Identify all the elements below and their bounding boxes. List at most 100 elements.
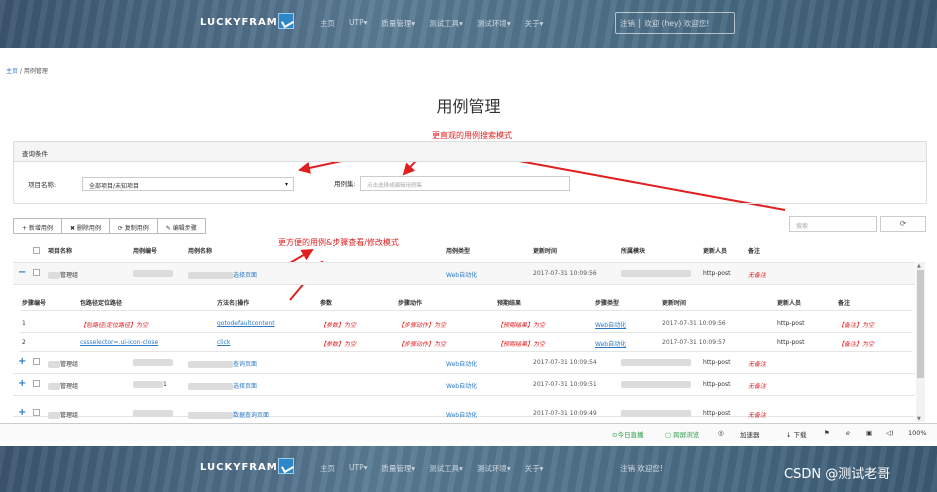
browse-link[interactable]: ▢ 跨屏浏览 xyxy=(665,429,699,439)
expand-icon[interactable]: + xyxy=(18,356,26,367)
step-param[interactable]: 【参数】为空 xyxy=(320,320,356,329)
collapse-icon[interactable]: − xyxy=(18,267,26,278)
query-panel: 查询条件 xyxy=(13,141,927,204)
step-expect[interactable]: 【预期结果】为空 xyxy=(497,339,545,348)
step-remark[interactable]: 【备注】为空 xyxy=(838,320,874,329)
row-update-time: 2017-07-31 10:09:49 xyxy=(533,410,597,417)
row-project: 管理组 xyxy=(48,381,78,390)
row-case-type[interactable]: Web自动化 xyxy=(446,381,477,390)
expand-icon[interactable]: + xyxy=(18,378,26,389)
step-param[interactable]: 【参数】为空 xyxy=(320,339,356,348)
col-update-time[interactable]: 更新时间 xyxy=(533,246,557,255)
row-update-time: 2017-07-31 10:09:56 xyxy=(533,270,597,277)
row-checkbox[interactable] xyxy=(33,358,40,365)
bottom-nav-item[interactable]: 关于▾ xyxy=(525,463,544,474)
row-case-no xyxy=(133,410,173,417)
table-row[interactable]: + 管理组 1 选择页面 Web自动化 2017-07-31 10:09:51 … xyxy=(13,374,915,396)
row-case-name[interactable]: 查询页面 xyxy=(188,359,257,368)
step-col-remark: 备注 xyxy=(838,300,851,307)
table-scrollbar-thumb[interactable] xyxy=(917,270,924,378)
bottom-nav-item[interactable]: UTP▾ xyxy=(349,463,367,474)
step-action[interactable]: 【步骤动作】为空 xyxy=(398,320,446,329)
row-case-name[interactable]: 选择页面 xyxy=(188,270,257,279)
row-case-no: 1 xyxy=(133,381,167,388)
table-row[interactable]: + 管理组 数据查询页面 Web自动化 2017-07-31 10:09:49 … xyxy=(13,403,915,419)
flag-icon[interactable]: ⚑ xyxy=(824,429,830,437)
step-row[interactable]: 2 cssselector=.ui-icon-close click 【参数】为… xyxy=(20,333,912,352)
step-path[interactable]: 【包路径|定位路径】为空 xyxy=(80,320,148,329)
row-case-no xyxy=(133,270,173,277)
step-type[interactable]: Web自动化 xyxy=(595,339,626,348)
step-expect[interactable]: 【预期结果】为空 xyxy=(497,320,545,329)
table-row[interactable]: − 管理组 选择页面 Web自动化 2017-07-31 10:09:56 ht… xyxy=(13,263,915,285)
step-col-expect: 预期结果 xyxy=(497,300,522,307)
table-toolbar: + 新增用例 ✖ 删除用例 ⟳ 复制用例 ✎ 编辑步骤 xyxy=(13,218,206,234)
row-updater: http-post xyxy=(703,381,731,388)
step-col-action: 步骤动作 xyxy=(398,300,423,307)
col-case-no[interactable]: 用例编号 xyxy=(133,246,157,255)
step-action[interactable]: 【步骤动作】为空 xyxy=(398,339,446,348)
col-case-type[interactable]: 用例类型 xyxy=(446,246,470,255)
table-row[interactable]: + 管理组 查询页面 Web自动化 2017-07-31 10:09:54 ht… xyxy=(13,352,915,374)
zoom-level[interactable]: 100% xyxy=(908,429,927,437)
bottom-nav-item[interactable]: 测试工具▾ xyxy=(429,463,463,474)
add-case-button[interactable]: + 新增用例 xyxy=(13,218,62,234)
row-remark: 无备注 xyxy=(748,272,767,279)
row-case-type[interactable]: Web自动化 xyxy=(446,270,477,279)
step-no: 1 xyxy=(22,320,26,327)
window-icon[interactable]: ▣ xyxy=(866,429,872,437)
row-remark: 无备注 xyxy=(748,412,767,419)
table-search-input[interactable]: 搜索 xyxy=(789,216,877,232)
col-case-name[interactable]: 用例名称 xyxy=(188,246,212,255)
row-checkbox[interactable] xyxy=(33,409,40,416)
scroll-up-icon[interactable]: ▲ xyxy=(917,263,921,269)
step-type[interactable]: Web自动化 xyxy=(595,320,626,329)
row-remark: 无备注 xyxy=(748,383,767,390)
copy-case-button[interactable]: ⟳ 复制用例 xyxy=(108,218,158,234)
col-remark[interactable]: 备注 xyxy=(748,246,760,255)
bottom-nav-menu: 主页 UTP▾ 质量管理▾ 测试工具▾ 测试环境▾ 关于▾ xyxy=(320,463,543,474)
step-col-type: 步骤类型 xyxy=(595,300,620,307)
step-remark[interactable]: 【备注】为空 xyxy=(838,339,874,348)
shield-icon[interactable]: ◎ xyxy=(718,429,724,437)
expand-icon[interactable]: + xyxy=(18,407,26,418)
refresh-button[interactable]: ⟳ xyxy=(880,216,926,232)
step-row[interactable]: 1 【包路径|定位路径】为空 gotodefaultcontent 【参数】为空… xyxy=(20,314,912,333)
row-case-type[interactable]: Web自动化 xyxy=(446,359,477,368)
select-all-checkbox[interactable] xyxy=(33,247,40,254)
step-method[interactable]: click xyxy=(217,339,230,346)
bottom-nav-item[interactable]: 主页 xyxy=(320,463,335,474)
row-case-type[interactable]: Web自动化 xyxy=(446,410,477,419)
chevron-down-icon: ▾ xyxy=(284,181,288,188)
live-link[interactable]: ⊙今日直播 xyxy=(612,429,643,439)
project-select[interactable]: 全部项目/未知项目 ▾ xyxy=(82,177,294,191)
col-project[interactable]: 项目名称 xyxy=(48,246,72,255)
col-updater[interactable]: 更新人员 xyxy=(703,246,727,255)
delete-case-button[interactable]: ✖ 删除用例 xyxy=(60,218,110,234)
col-module[interactable]: 所属模块 xyxy=(621,246,645,255)
bottom-app-logo[interactable]: LUCKYFRAME xyxy=(200,462,286,473)
accelerator-link[interactable]: 加速器 xyxy=(740,429,760,439)
step-path[interactable]: cssselector=.ui-icon-close xyxy=(80,339,158,346)
row-case-name[interactable]: 选择页面 xyxy=(188,381,257,390)
row-module xyxy=(621,270,691,277)
row-checkbox[interactable] xyxy=(33,380,40,387)
bottom-user-greeting[interactable]: 注销 欢迎您! xyxy=(620,463,663,474)
row-case-name[interactable]: 数据查询页面 xyxy=(188,410,269,419)
row-update-time: 2017-07-31 10:09:51 xyxy=(533,381,597,388)
row-checkbox[interactable] xyxy=(33,269,40,276)
steps-table: 步骤编号 包路径定位路径 方法名|操作 参数 步骤动作 预期结果 步骤类型 更新… xyxy=(20,292,912,352)
step-col-method: 方法名|操作 xyxy=(217,300,250,307)
bottom-nav-item[interactable]: 测试环境▾ xyxy=(477,463,511,474)
browser-status-bar: ⊙今日直播 ▢ 跨屏浏览 ◎ 加速器 ↓ 下载 ⚑ ℯ ▣ ◁) 100% xyxy=(0,423,937,441)
caseset-input[interactable]: 点击选择或编辑用例集 xyxy=(360,176,570,191)
step-method[interactable]: gotodefaultcontent xyxy=(217,320,275,327)
bottom-nav-item[interactable]: 质量管理▾ xyxy=(381,463,415,474)
volume-icon[interactable]: ◁) xyxy=(886,429,894,437)
query-panel-header: 查询条件 xyxy=(14,142,926,162)
download-link[interactable]: ↓ 下载 xyxy=(786,429,807,439)
edit-steps-button[interactable]: ✎ 编辑步骤 xyxy=(156,218,206,234)
scroll-down-icon[interactable]: ▼ xyxy=(917,416,921,422)
ie-icon[interactable]: ℯ xyxy=(846,429,850,437)
step-col-updater: 更新人员 xyxy=(777,300,802,307)
